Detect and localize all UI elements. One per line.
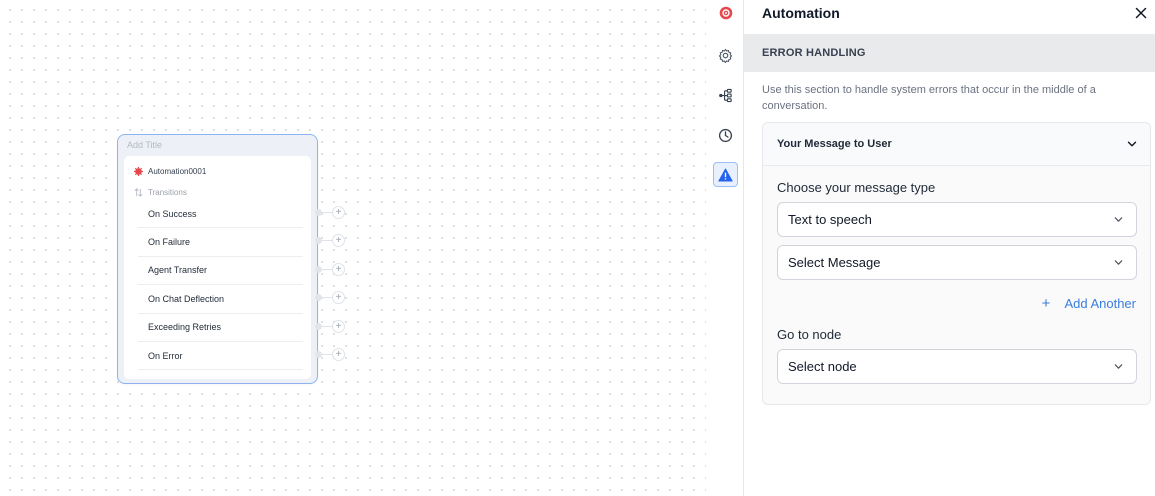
add-node-button[interactable]: + xyxy=(332,348,345,361)
message-select-value: Select Message xyxy=(788,255,881,270)
chevron-down-icon xyxy=(1114,364,1123,369)
goto-node-select[interactable]: Select node xyxy=(777,349,1137,384)
goto-node-label: Go to node xyxy=(777,327,842,342)
chevron-down-icon xyxy=(1114,217,1123,222)
transition-on-failure[interactable]: On Failure xyxy=(138,228,303,257)
section-description: Use this section to handle system errors… xyxy=(762,84,1096,112)
automation-icon xyxy=(719,6,732,19)
rail-history-button[interactable] xyxy=(713,123,738,148)
transitions-header: Transitions xyxy=(134,188,187,197)
gear-icon xyxy=(718,48,733,63)
transition-list: On Success On Failure Agent Transfer On … xyxy=(138,200,303,371)
transitions-icon xyxy=(134,188,143,197)
warning-icon xyxy=(718,167,733,182)
transition-on-error[interactable]: On Error xyxy=(138,342,303,371)
add-node-button[interactable]: + xyxy=(332,320,345,333)
automation-settings-panel: Automation ERROR HANDLING Use this secti… xyxy=(744,0,1155,496)
transition-on-chat-deflection[interactable]: On Chat Deflection xyxy=(138,285,303,314)
section-header: ERROR HANDLING xyxy=(744,34,1155,72)
transition-on-success[interactable]: On Success xyxy=(138,200,303,229)
connector-dot[interactable] xyxy=(315,209,322,216)
transition-exceeding-retries[interactable]: Exceeding Retries xyxy=(138,314,303,342)
connector-line xyxy=(322,354,332,355)
chevron-down-icon xyxy=(1114,260,1123,265)
automation-icon xyxy=(134,167,143,176)
automation-node[interactable]: Add Title Automation0001 Transitions On … xyxy=(117,134,345,384)
transition-agent-transfer[interactable]: Agent Transfer xyxy=(138,257,303,286)
connector-line xyxy=(322,212,332,213)
node-title-placeholder[interactable]: Add Title xyxy=(127,140,162,150)
panel-title: Automation xyxy=(762,5,840,21)
rail-error-handling-button[interactable] xyxy=(713,162,738,187)
connector-dot[interactable] xyxy=(315,294,322,301)
card-title: Your Message to User xyxy=(777,138,892,150)
add-node-button[interactable]: + xyxy=(332,263,345,276)
flow-icon xyxy=(719,88,732,103)
connector-dot[interactable] xyxy=(315,237,322,244)
add-another-label: Add Another xyxy=(1064,296,1136,311)
transitions-label: Transitions xyxy=(148,188,187,197)
connector-dot[interactable] xyxy=(315,323,322,330)
message-type-label: Choose your message type xyxy=(777,180,936,195)
connector-line xyxy=(322,297,332,298)
connector-line xyxy=(322,269,332,270)
message-type-value: Text to speech xyxy=(788,212,872,227)
message-card-header[interactable]: Your Message to User xyxy=(763,123,1150,166)
rail-settings-button[interactable] xyxy=(713,43,738,68)
rail-automation-button[interactable] xyxy=(713,0,738,25)
chevron-down-icon[interactable] xyxy=(1126,138,1138,150)
close-icon[interactable] xyxy=(1133,5,1149,21)
message-card: Your Message to User Choose your message… xyxy=(762,122,1151,405)
goto-node-value: Select node xyxy=(788,359,857,374)
connector-dot[interactable] xyxy=(315,351,322,358)
panel-icon-rail xyxy=(706,0,744,496)
plus-icon: + xyxy=(1041,295,1051,312)
add-node-button[interactable]: + xyxy=(332,234,345,247)
clock-icon xyxy=(718,128,733,143)
add-node-button[interactable]: + xyxy=(332,206,345,219)
connector-dot[interactable] xyxy=(315,266,322,273)
message-type-select[interactable]: Text to speech xyxy=(777,202,1137,237)
connector-line xyxy=(322,326,332,327)
node-body: Automation0001 Transitions On Success On… xyxy=(124,156,311,379)
add-another-button[interactable]: + Add Another xyxy=(1042,295,1136,312)
rail-flow-button[interactable] xyxy=(713,83,738,108)
node-header: Automation0001 xyxy=(134,167,206,176)
node-name: Automation0001 xyxy=(148,167,207,176)
message-select[interactable]: Select Message xyxy=(777,245,1137,280)
flow-canvas[interactable]: Add Title Automation0001 Transitions On … xyxy=(0,0,706,496)
add-node-button[interactable]: + xyxy=(332,291,345,304)
connector-line xyxy=(322,240,332,241)
